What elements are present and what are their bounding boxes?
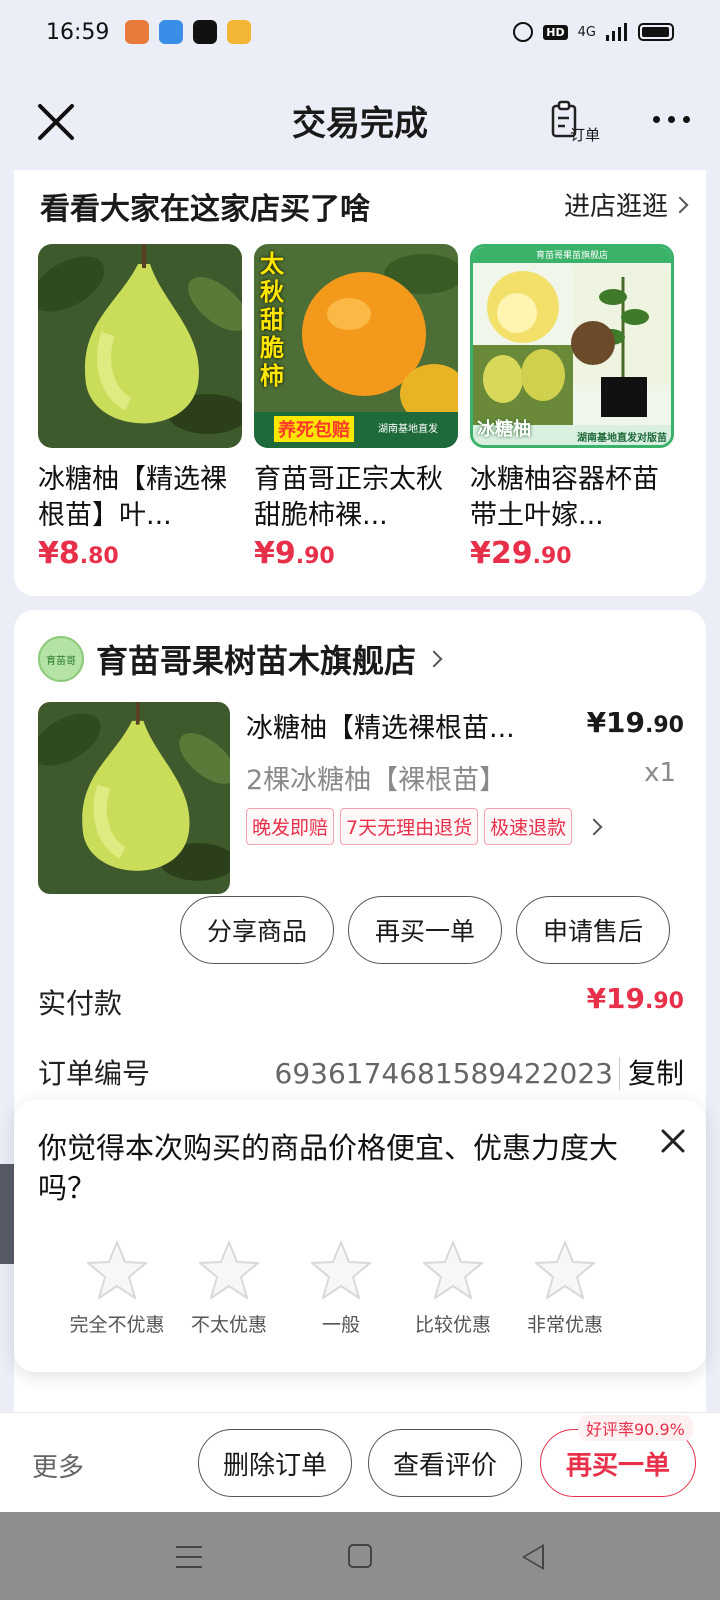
product-price: ¥19.90 [586,706,684,739]
rating-label: 不太优惠 [190,1314,267,1336]
rating-star-2[interactable]: 不太优惠 [174,1238,284,1337]
recommend-item-price: ¥8.80 [38,536,119,571]
pomelo-seedling-image: 育苗哥果苗旗舰店 冰糖柚 湖南基地直发对版苗 [470,244,674,448]
system-nav-bar [0,1512,720,1600]
view-review-button[interactable]: 查看评价 [368,1429,522,1497]
shop-link[interactable]: 育苗哥 育苗哥果树苗木旗舰店 [38,636,443,682]
order-number-label: 订单编号 [38,1057,151,1090]
recommend-item-name: 冰糖柚【精选裸根苗】叶... [38,464,227,531]
rating-badge: 好评率90.9% [578,1415,693,1441]
shop-logo: 育苗哥 [38,636,84,682]
rating-label: 比较优惠 [414,1314,491,1336]
share-product-button[interactable]: 分享商品 [180,896,334,964]
order-button[interactable]: 订单 [550,100,606,146]
seedling-overlay-bottom: 湖南基地直发对版苗 [577,433,667,444]
star-icon [311,1241,371,1299]
rating-star-1[interactable]: 完全不优惠 [62,1238,172,1337]
more-icon[interactable] [653,116,690,123]
order-label: 订单 [570,126,601,144]
page-title: 交易完成 [292,104,428,144]
order-number-row: 6936174681589422023 复制 [274,1052,684,1092]
delete-order-button[interactable]: 删除订单 [198,1429,352,1497]
order-number: 6936174681589422023 [274,1057,613,1090]
status-indicators: HD 4G [513,22,674,42]
product-image[interactable] [38,702,230,894]
seedling-overlay-top: 育苗哥果苗旗舰店 [535,251,608,261]
rating-star-5[interactable]: 非常优惠 [510,1238,620,1337]
recommend-item[interactable]: 太 秋 甜 脆 柿 养死包赔 湖南基地直发 育苗哥正宗太秋甜脆柿裸... ¥9.… [254,244,458,571]
signal-icon [606,23,627,41]
status-app-icons [125,20,252,44]
rating-label: 完全不优惠 [69,1314,165,1336]
close-icon[interactable] [660,1128,686,1154]
persimmon-banner: 养死包赔 [274,416,354,442]
cloud-app-icon [159,20,184,44]
survey-question: 你觉得本次购买的商品价格便宜、优惠力度大吗？ [38,1131,619,1205]
after-sales-button[interactable]: 申请售后 [516,896,670,964]
rating-star-4[interactable]: 比较优惠 [398,1238,508,1337]
bottom-action-bar: 更多 删除订单 查看评价 再买一单 好评率90.9% [0,1412,720,1512]
seedling-overlay-label: 冰糖柚 [477,419,531,440]
rating-label: 非常优惠 [526,1314,603,1336]
service-tag: 7天无理由退货 [340,808,479,845]
menu-icon[interactable] [176,1546,202,1568]
shopping-app-icon [227,20,252,44]
network-label: 4G [577,24,596,40]
chevron-right-icon [425,650,443,668]
recommend-title: 看看大家在这家店买了啥 [40,192,370,227]
persimmon-banner-sub: 湖南基地直发 [378,424,438,435]
rebuy-button[interactable]: 再买一单 [348,896,502,964]
status-time: 16:59 [46,19,110,45]
hd-icon: HD [543,24,568,40]
service-tag: 晚发即赔 [246,808,335,845]
star-icon [423,1241,483,1299]
recommend-item-price: ¥9.90 [254,536,335,571]
service-tags[interactable]: 晚发即赔 7天无理由退货 极速退款 [246,808,603,845]
recommend-item-price: ¥29.90 [470,536,572,571]
chevron-right-icon [585,818,603,835]
books-app-icon [125,20,150,44]
copy-button[interactable]: 复制 [618,1057,684,1090]
service-tag: 极速退款 [484,808,573,845]
visit-store-link[interactable]: 进店逛逛 [563,186,689,223]
product-sku: 2棵冰糖柚【裸根苗】 [246,765,507,796]
home-icon[interactable] [348,1544,372,1568]
persimmon-image: 太 秋 甜 脆 柿 养死包赔 湖南基地直发 [254,244,458,448]
shop-name: 育苗哥果树苗木旗舰店 [96,642,417,680]
rating-star-3[interactable]: 一般 [286,1238,396,1337]
chevron-right-icon [671,196,689,213]
paid-amount: ¥19.90 [586,982,684,1015]
tiktok-app-icon [193,20,218,44]
recommend-card: 看看大家在这家店买了啥 进店逛逛 冰糖柚【精选裸根苗】叶... ¥8.80 太 … [14,170,706,596]
recommend-item[interactable]: 育苗哥果苗旗舰店 冰糖柚 湖南基地直发对版苗 冰糖柚容器杯苗带土叶嫁... ¥2… [470,244,674,571]
visit-store-label: 进店逛逛 [563,192,668,222]
battery-icon [638,23,674,41]
recommend-item[interactable]: 冰糖柚【精选裸根苗】叶... ¥8.80 [38,244,242,571]
star-icon [199,1241,259,1299]
paid-label: 实付款 [38,987,123,1020]
status-bar: 16:59 HD 4G [0,0,720,64]
price-survey-popup: 你觉得本次购买的商品价格便宜、优惠力度大吗？ 完全不优惠 不太优惠 一般 比较优… [14,1100,706,1372]
star-icon [535,1241,595,1299]
product-qty: x1 [644,758,676,788]
back-icon[interactable] [522,1544,544,1570]
alarm-icon [513,22,534,42]
more-button[interactable]: 更多 [32,1447,84,1484]
recommend-item-name: 育苗哥正宗太秋甜脆柿裸... [254,464,443,531]
nav-bar: 交易完成 订单 [0,80,720,160]
product-title[interactable]: 冰糖柚【精选裸根苗... [246,706,566,745]
persimmon-overlay-text: 太 秋 甜 脆 柿 [260,250,284,390]
pomelo-image [38,244,242,448]
star-icon [87,1241,147,1299]
rating-label: 一般 [321,1314,360,1336]
recommend-item-name: 冰糖柚容器杯苗带土叶嫁... [470,464,659,531]
